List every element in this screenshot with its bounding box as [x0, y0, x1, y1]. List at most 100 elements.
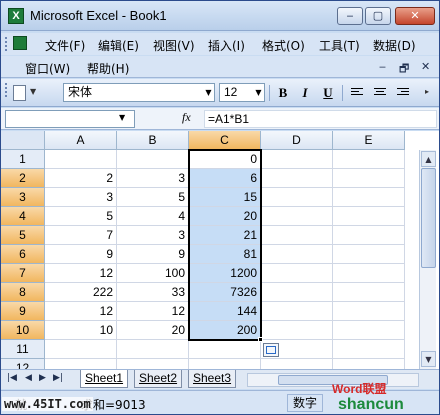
grid-cell-a10[interactable]: 10 — [45, 321, 117, 340]
grid-cell-b10[interactable]: 20 — [117, 321, 189, 340]
title-bar[interactable]: X Microsoft Excel - Book1 ‒ ▢ ✕ — [1, 1, 439, 31]
name-box[interactable] — [5, 110, 135, 128]
grid-cell-a9[interactable]: 12 — [45, 302, 117, 321]
column-header-e[interactable]: E — [333, 131, 405, 150]
new-document-icon[interactable] — [13, 85, 26, 101]
row-header[interactable]: 12 — [1, 359, 45, 369]
grid-cell-d2[interactable] — [261, 169, 333, 188]
grid-cell-d5[interactable] — [261, 226, 333, 245]
grid-cell-c1[interactable]: 0 — [189, 150, 261, 169]
spreadsheet-grid[interactable]: A B C D E 1 0 2 2 3 6 3 3 5 15 4 5 4 20 5 7 3 21 6 9 9 81 7 12 100 120… — [1, 131, 439, 369]
grid-cell-c12[interactable] — [189, 359, 261, 369]
column-header-d[interactable]: D — [261, 131, 333, 150]
workbook-icon[interactable] — [13, 36, 27, 50]
toolbar-grip[interactable] — [5, 37, 8, 51]
row-header[interactable]: 10 — [1, 321, 45, 340]
grid-cell-e8[interactable] — [333, 283, 405, 302]
grid-cell-c4[interactable]: 20 — [189, 207, 261, 226]
grid-cell-c6[interactable]: 81 — [189, 245, 261, 264]
grid-cell-b11[interactable] — [117, 340, 189, 359]
align-left-icon[interactable] — [351, 88, 363, 98]
menu-help[interactable]: 帮助(H) — [87, 60, 129, 77]
grid-cell-c11[interactable] — [189, 340, 261, 359]
grid-cell-e2[interactable] — [333, 169, 405, 188]
row-header[interactable]: 1 — [1, 150, 45, 169]
underline-button[interactable]: U — [318, 84, 338, 102]
vertical-scroll-thumb[interactable] — [421, 168, 436, 268]
menu-tools[interactable]: 工具(T) — [319, 37, 360, 54]
first-sheet-icon[interactable]: |◀ — [7, 373, 17, 383]
grid-cell-e9[interactable] — [333, 302, 405, 321]
autofill-options-icon[interactable] — [263, 343, 279, 357]
grid-cell-d3[interactable] — [261, 188, 333, 207]
grid-cell-d6[interactable] — [261, 245, 333, 264]
grid-cell-d10[interactable] — [261, 321, 333, 340]
menu-insert[interactable]: 插入(I) — [208, 37, 245, 54]
menu-file[interactable]: 文件(F) — [45, 37, 85, 54]
grid-cell-b4[interactable]: 4 — [117, 207, 189, 226]
italic-button[interactable]: I — [295, 84, 315, 102]
new-document-dropdown-icon[interactable]: ▼ — [30, 87, 36, 96]
grid-cell-c9[interactable]: 144 — [189, 302, 261, 321]
grid-cell-b2[interactable]: 3 — [117, 169, 189, 188]
grid-cell-e5[interactable] — [333, 226, 405, 245]
row-header[interactable]: 8 — [1, 283, 45, 302]
grid-cell-a5[interactable]: 7 — [45, 226, 117, 245]
grid-cell-a11[interactable] — [45, 340, 117, 359]
menu-format[interactable]: 格式(O) — [262, 37, 305, 54]
maximize-button[interactable]: ▢ — [365, 7, 391, 25]
sheet-tab-sheet1[interactable]: Sheet1 — [80, 370, 129, 388]
align-right-icon[interactable] — [397, 88, 409, 98]
sheet-tab-sheet3[interactable]: Sheet3 — [188, 370, 237, 388]
align-center-icon[interactable] — [374, 88, 386, 98]
sheet-tab-sheet2[interactable]: Sheet2 — [134, 370, 183, 388]
grid-cell-b5[interactable]: 3 — [117, 226, 189, 245]
workbook-close-button[interactable]: ✕ — [421, 60, 430, 73]
column-header-b[interactable]: B — [117, 131, 189, 150]
grid-cell-b9[interactable]: 12 — [117, 302, 189, 321]
prev-sheet-icon[interactable]: ◀ — [25, 373, 32, 383]
grid-cell-e10[interactable] — [333, 321, 405, 340]
size-dropdown-icon[interactable]: ▼ — [252, 84, 265, 101]
row-header[interactable]: 6 — [1, 245, 45, 264]
grid-cell-e1[interactable] — [333, 150, 405, 169]
fill-handle[interactable] — [258, 337, 263, 342]
menu-view[interactable]: 视图(V) — [153, 37, 195, 54]
grid-cell-b6[interactable]: 9 — [117, 245, 189, 264]
toolbar-grip[interactable] — [5, 83, 8, 97]
formula-input[interactable]: =A1*B1 — [204, 110, 437, 128]
row-header[interactable]: 9 — [1, 302, 45, 321]
menu-data[interactable]: 数据(D) — [373, 37, 416, 54]
next-sheet-icon[interactable]: ▶ — [39, 373, 46, 383]
grid-cell-b7[interactable]: 100 — [117, 264, 189, 283]
grid-cell-d8[interactable] — [261, 283, 333, 302]
column-header-a[interactable]: A — [45, 131, 117, 150]
grid-cell-d1[interactable] — [261, 150, 333, 169]
menu-window[interactable]: 窗口(W) — [25, 60, 70, 77]
grid-cell-a7[interactable]: 12 — [45, 264, 117, 283]
grid-cell-c8[interactable]: 7326 — [189, 283, 261, 302]
grid-cell-c10[interactable]: 200 — [189, 321, 261, 340]
grid-cell-a2[interactable]: 2 — [45, 169, 117, 188]
grid-cell-d9[interactable] — [261, 302, 333, 321]
scroll-down-icon[interactable]: ▼ — [421, 351, 436, 367]
grid-cell-a12[interactable] — [45, 359, 117, 369]
vertical-scrollbar[interactable]: ▲ ▼ — [419, 150, 436, 369]
workbook-minimize-button[interactable]: ‒ — [379, 60, 386, 73]
scroll-up-icon[interactable]: ▲ — [421, 151, 436, 167]
grid-cell-d4[interactable] — [261, 207, 333, 226]
minimize-button[interactable]: ‒ — [337, 7, 363, 25]
grid-cell-d7[interactable] — [261, 264, 333, 283]
grid-cell-a6[interactable]: 9 — [45, 245, 117, 264]
grid-cell-c2[interactable]: 6 — [189, 169, 261, 188]
grid-cell-a1[interactable] — [45, 150, 117, 169]
grid-cell-e11[interactable] — [333, 340, 405, 359]
select-all-corner[interactable] — [1, 131, 45, 150]
grid-cell-d12[interactable] — [261, 359, 333, 369]
excel-app-icon[interactable]: X — [8, 8, 24, 24]
column-header-c[interactable]: C — [189, 131, 261, 150]
grid-cell-b1[interactable] — [117, 150, 189, 169]
grid-cell-e6[interactable] — [333, 245, 405, 264]
last-sheet-icon[interactable]: ▶| — [53, 373, 63, 383]
workbook-restore-button[interactable]: 🗗 — [399, 60, 409, 79]
